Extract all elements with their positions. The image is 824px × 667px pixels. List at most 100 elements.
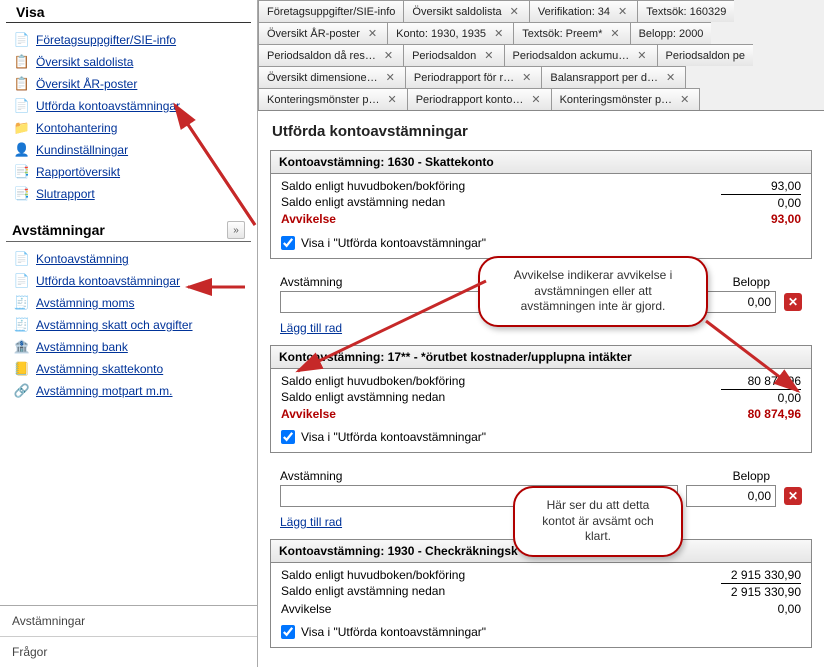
sidebar-item-foretagsuppgifter[interactable]: 📄Företagsuppgifter/SIE-info xyxy=(10,29,251,51)
tab-oversikt-saldolista[interactable]: Översikt saldolista ✕ xyxy=(403,0,529,22)
row-value: 80 874,96 xyxy=(721,373,801,389)
tax-icon: 🧾 xyxy=(14,317,30,333)
sidebar-item-slutrapport[interactable]: 📑Slutrapport xyxy=(10,183,251,205)
show-checkbox[interactable] xyxy=(281,236,295,250)
tabs-area: Företagsuppgifter/SIE-info Översikt sald… xyxy=(258,0,824,111)
tabs-row: Översikt ÅR-poster ✕ Konto: 1930, 1935 ✕ T… xyxy=(258,22,824,44)
close-icon[interactable]: ✕ xyxy=(635,49,648,62)
sidebar-item-kundinstallningar[interactable]: 👤Kundinställningar xyxy=(10,139,251,161)
sidebar-item-avstamning-bank[interactable]: 🏦Avstämning bank xyxy=(10,336,251,358)
row-value: 2 915 330,90 xyxy=(721,583,801,600)
close-icon[interactable]: ✕ xyxy=(384,71,397,84)
tab-label: Konteringsmönster p… xyxy=(267,94,380,106)
belopp-input[interactable] xyxy=(686,485,776,507)
tab-foretagsuppgifter[interactable]: Företagsuppgifter/SIE-info xyxy=(258,0,404,22)
sidebar-item-avstamning-moms[interactable]: 🧾Avstämning moms xyxy=(10,292,251,314)
sidebar-item-label: Utförda kontoavstämningar xyxy=(36,274,180,288)
sidebar-item-label: Slutrapport xyxy=(36,187,95,201)
add-row-link[interactable]: Lägg till rad xyxy=(270,509,352,539)
close-icon[interactable]: ✕ xyxy=(616,5,629,18)
sidebar-item-label: Avstämning skattekonto xyxy=(36,362,163,376)
callout-text: Avvikelse indikerar avvikelse i avstämni… xyxy=(514,268,673,313)
sidebar-item-oversikt-ar-poster[interactable]: 📋Översikt ÅR-poster xyxy=(10,73,251,95)
tab-periodsaldon-res[interactable]: Periodsaldon då res…✕ xyxy=(258,44,404,66)
sidebar-item-avstamning-skatt[interactable]: 🧾Avstämning skatt och avgifter xyxy=(10,314,251,336)
show-checkbox-label: Visa i "Utförda kontoavstämningar" xyxy=(301,625,486,639)
sidebar-section-title-avstamningar: Avstämningar xyxy=(12,222,227,238)
add-row-link[interactable]: Lägg till rad xyxy=(270,315,352,345)
tab-belopp[interactable]: Belopp: 2000 xyxy=(630,22,712,44)
tab-balansrapport[interactable]: Balansrapport per d…✕ xyxy=(541,66,686,88)
main-area: Företagsuppgifter/SIE-info Översikt sald… xyxy=(258,0,824,667)
document-icon: 📄 xyxy=(14,32,30,48)
close-icon[interactable]: ✕ xyxy=(678,93,691,106)
section-header: Kontoavstämning: 1630 - Skattekonto xyxy=(271,151,811,174)
sidebar-item-kontoavstamning[interactable]: 📄Kontoavstämning xyxy=(10,248,251,270)
close-icon[interactable]: ✕ xyxy=(386,93,399,106)
sidebar-item-utforda-kontoavstamningar[interactable]: 📄 Utförda kontoavstämningar xyxy=(10,95,251,117)
sidebar-item-oversikt-saldolista[interactable]: 📋Översikt saldolista xyxy=(10,51,251,73)
sidebar-item-avstamning-motpart[interactable]: 🔗Avstämning motpart m.m. xyxy=(10,380,251,402)
show-checkbox-row: Visa i "Utförda kontoavstämningar" xyxy=(271,424,811,452)
delete-row-icon[interactable]: ✕ xyxy=(784,293,802,311)
tab-periodsaldon-pe[interactable]: Periodsaldon pe xyxy=(657,44,754,66)
tab-periodrapport-konto[interactable]: Periodrapport konto…✕ xyxy=(407,88,552,110)
sidebar-item-label: Kontohantering xyxy=(36,121,117,135)
close-icon[interactable]: ✕ xyxy=(492,27,505,40)
sidebar-item-utforda-kontoavstamningar-2[interactable]: 📄Utförda kontoavstämningar xyxy=(10,270,251,292)
close-icon[interactable]: ✕ xyxy=(529,93,542,106)
close-icon[interactable]: ✕ xyxy=(608,27,621,40)
collapse-toggle-icon[interactable]: » xyxy=(227,221,245,239)
tab-textsok-1[interactable]: Textsök: 160329 xyxy=(637,0,734,22)
sidebar-bottom-fragor[interactable]: Frågor xyxy=(0,636,257,667)
user-icon: 👤 xyxy=(14,142,30,158)
tab-periodsaldon-ackumu[interactable]: Periodsaldon ackumu…✕ xyxy=(504,44,658,66)
show-checkbox-row: Visa i "Utförda kontoavstämningar" xyxy=(271,619,811,647)
document-icon: 📄 xyxy=(14,98,30,114)
sidebar-list-avstamningar: 📄Kontoavstämning 📄Utförda kontoavstämnin… xyxy=(0,246,257,408)
sidebar-group-avstamningar: Avstämningar » xyxy=(6,217,251,242)
tab-label: Översikt dimensione… xyxy=(267,72,378,84)
callout-avvikelse: Avvikelse indikerar avvikelse i avstämni… xyxy=(478,256,708,327)
tab-periodsaldon[interactable]: Periodsaldon ✕ xyxy=(403,44,504,66)
tabs-row: Företagsuppgifter/SIE-info Översikt sald… xyxy=(258,0,824,22)
tab-konto[interactable]: Konto: 1930, 1935 ✕ xyxy=(387,22,514,44)
show-checkbox-label: Visa i "Utförda kontoavstämningar" xyxy=(301,236,486,250)
tab-label: Konto: 1930, 1935 xyxy=(396,28,486,40)
row-label: Saldo enligt avstämning nedan xyxy=(281,389,445,406)
tab-label: Översikt ÅR-poster xyxy=(267,28,360,40)
tab-textsok-preem[interactable]: Textsök: Preem*✕ xyxy=(513,22,630,44)
report-icon: 📑 xyxy=(14,164,30,180)
tab-periodrapport-r[interactable]: Periodrapport för r… ✕ xyxy=(405,66,542,88)
tab-label: Periodsaldon xyxy=(412,50,476,62)
tab-label: Periodrapport för r… xyxy=(414,72,514,84)
tab-oversikt-dim[interactable]: Översikt dimensione… ✕ xyxy=(258,66,406,88)
close-icon[interactable]: ✕ xyxy=(482,49,495,62)
tab-konteringsmonster-1[interactable]: Konteringsmönster p… ✕ xyxy=(258,88,408,110)
content-area: Utförda kontoavstämningar Kontoavstämnin… xyxy=(258,111,824,667)
show-checkbox[interactable] xyxy=(281,625,295,639)
tab-label: Översikt saldolista xyxy=(412,6,501,18)
close-icon[interactable]: ✕ xyxy=(508,5,521,18)
sidebar-bottom-avstamningar[interactable]: Avstämningar xyxy=(0,606,257,636)
row-value: 0,00 xyxy=(721,389,801,406)
sidebar-item-kontohantering[interactable]: 📁Kontohantering xyxy=(10,117,251,139)
avst-col-header: Avstämning xyxy=(280,469,678,485)
close-icon[interactable]: ✕ xyxy=(382,49,395,62)
sidebar-item-label: Avstämning moms xyxy=(36,296,134,310)
tab-oversikt-ar[interactable]: Översikt ÅR-poster ✕ xyxy=(258,22,388,44)
sidebar-item-rapportoversikt[interactable]: 📑Rapportöversikt xyxy=(10,161,251,183)
show-checkbox[interactable] xyxy=(281,430,295,444)
sidebar-item-label: Utförda kontoavstämningar xyxy=(36,99,180,113)
tab-konteringsmonster-2[interactable]: Konteringsmönster p…✕ xyxy=(551,88,701,110)
delete-row-icon[interactable]: ✕ xyxy=(784,487,802,505)
close-icon[interactable]: ✕ xyxy=(520,71,533,84)
tab-verifikation[interactable]: Verifikation: 34✕ xyxy=(529,0,638,22)
kv-rows: Saldo enligt huvudboken/bokföring 80 874,… xyxy=(271,369,811,425)
page-title: Utförda kontoavstämningar xyxy=(270,119,812,150)
close-icon[interactable]: ✕ xyxy=(366,27,379,40)
sidebar-item-avstamning-skattekonto[interactable]: 📒Avstämning skattekonto xyxy=(10,358,251,380)
row-label: Saldo enligt huvudboken/bokföring xyxy=(281,373,465,389)
callout-avsamt: Här ser du att detta kontot är avsämt oc… xyxy=(513,486,683,557)
close-icon[interactable]: ✕ xyxy=(664,71,677,84)
